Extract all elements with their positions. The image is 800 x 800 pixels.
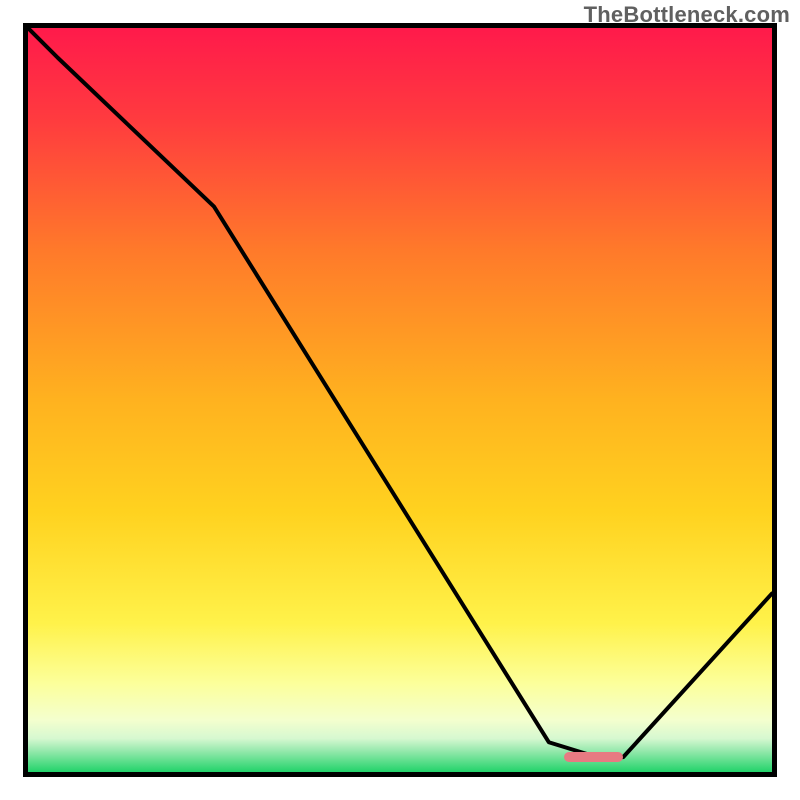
optimal-range-marker	[564, 752, 624, 762]
plot-frame	[23, 23, 777, 777]
chart-container: TheBottleneck.com	[0, 0, 800, 800]
bottleneck-curve	[28, 28, 772, 772]
